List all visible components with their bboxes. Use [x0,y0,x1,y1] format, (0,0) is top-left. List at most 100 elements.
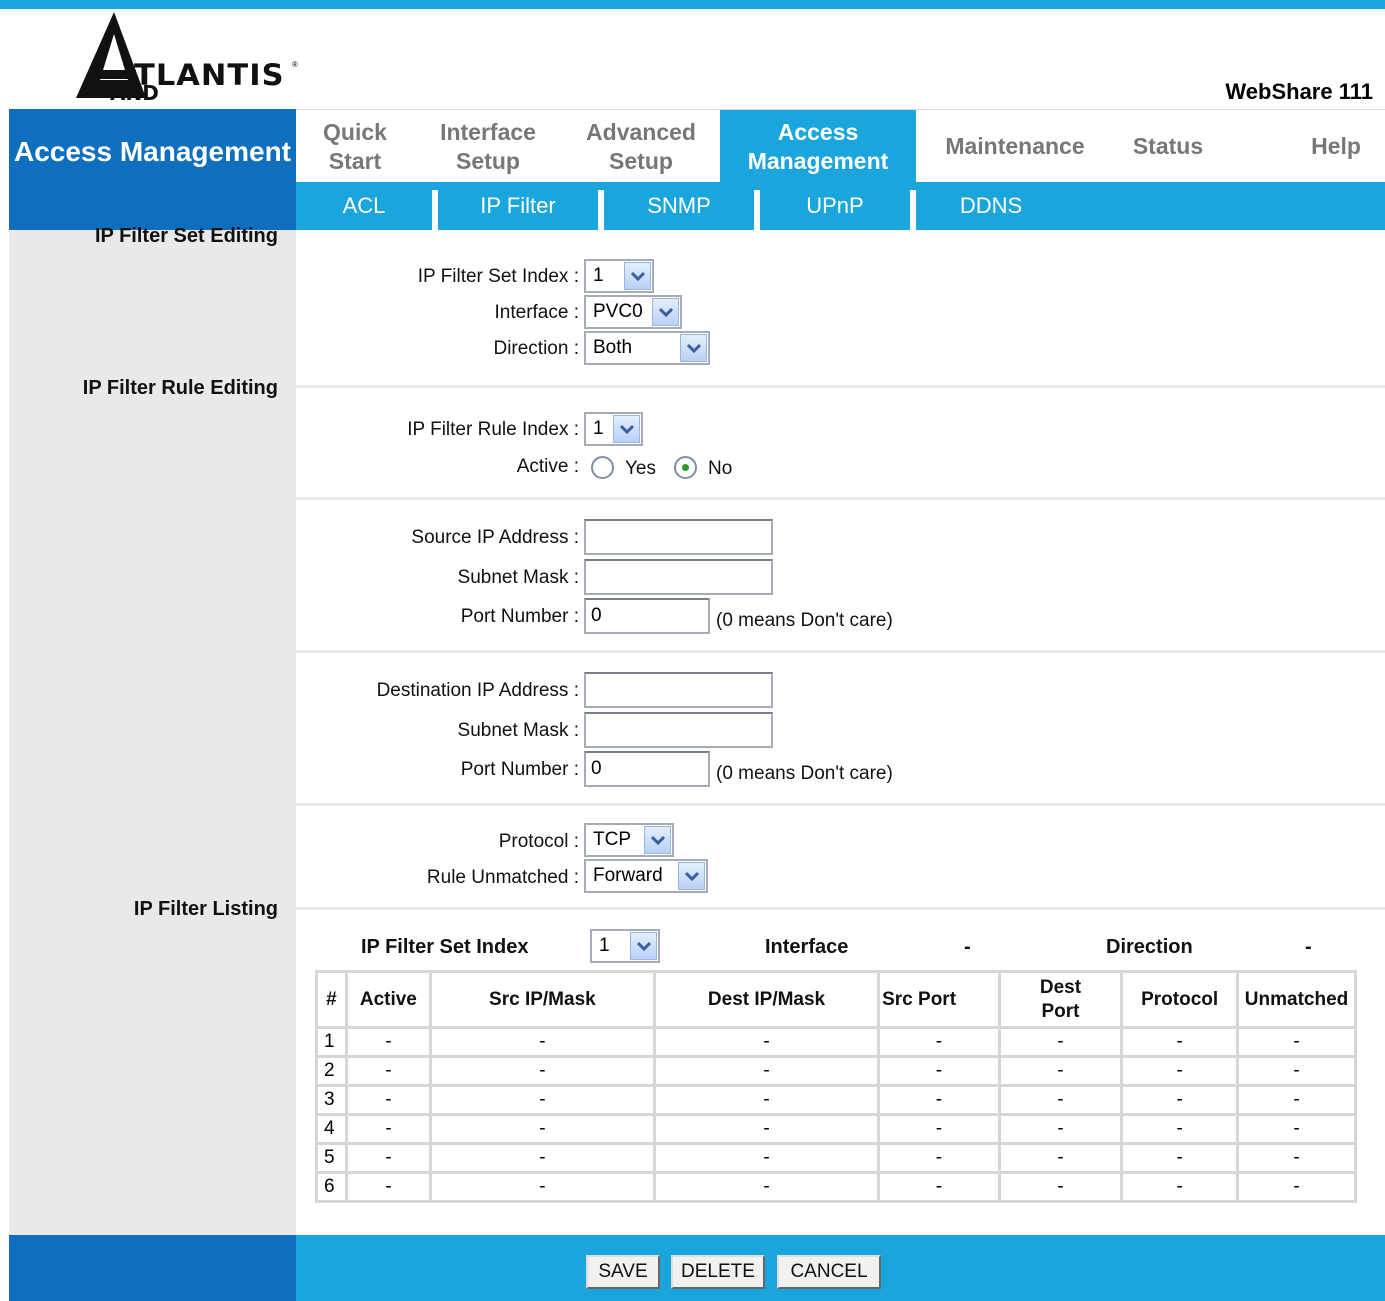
cell: - [428,1084,656,1116]
cell: - [344,1055,432,1087]
nav-access-management[interactable]: Access Management [720,110,916,183]
cancel-button[interactable]: CANCEL [777,1255,881,1289]
cell: - [344,1142,432,1174]
col-src-ip-mask: Src IP/Mask [428,970,656,1029]
chevron-down-icon [624,262,651,290]
interface-label: Interface : [494,302,580,323]
divider [296,650,1385,653]
src-port-label: Port Number : [460,606,579,627]
ip-filter-table: # Active Src IP/Mask Dest IP/Mask Src Po… [315,970,1357,1203]
sub-nav: ACL IP Filter SNMP UPnP DDNS [296,182,1385,230]
chevron-down-icon [652,298,679,326]
col-dest-ip-mask: Dest IP/Mask [652,970,881,1029]
nav-maintenance[interactable]: Maintenance [916,110,1114,183]
cell: - [997,1055,1124,1087]
chevron-down-icon [613,415,640,443]
cell: - [428,1113,656,1145]
page-title: Access Management [9,109,296,230]
rule-index-label: IP Filter Rule Index : [407,419,579,440]
set-index-value: 1 [593,265,604,286]
divider [296,907,1385,910]
set-index-select[interactable]: 1 [584,259,654,293]
save-button[interactable]: SAVE [586,1255,660,1289]
subnav-ip-filter[interactable]: IP Filter [438,182,598,230]
table-row: 3 - - - - - - - [315,1084,1357,1116]
cell: - [652,1113,881,1145]
active-label: Active : [516,456,579,477]
chevron-down-icon [630,932,657,960]
nav-help[interactable]: Help [1296,110,1376,183]
cell: - [428,1055,656,1087]
dst-mask-input[interactable] [584,712,773,748]
cell: - [877,1113,1001,1145]
table-row: 1 - - - - - - - [315,1026,1357,1058]
cell: - [1236,1171,1357,1203]
direction-label: Direction : [493,338,579,359]
active-no-radio[interactable] [674,456,697,479]
protocol-select[interactable]: TCP [584,823,674,857]
atlantis-logo: TLANTIS AND ® [76,10,306,105]
cell: - [1120,1142,1240,1174]
table-row: 2 - - - - - - - [315,1055,1357,1087]
cell: - [344,1084,432,1116]
listing-set-index-select[interactable]: 1 [590,929,660,963]
cell: - [1236,1084,1357,1116]
cell: - [652,1171,881,1203]
delete-button[interactable]: DELETE [671,1255,765,1289]
active-yes-radio[interactable] [591,456,614,479]
rule-index-select[interactable]: 1 [584,412,643,446]
chevron-down-icon [680,334,707,362]
src-port-input[interactable]: 0 [584,598,710,634]
col-unmatched: Unmatched [1236,970,1357,1029]
active-no-label: No [708,458,733,479]
cell: - [997,1142,1124,1174]
table-row: 6 - - - - - - - [315,1171,1357,1203]
unmatched-label: Rule Unmatched : [426,867,579,888]
nav-status[interactable]: Status [1114,110,1222,183]
dst-port-label: Port Number : [460,759,579,780]
cell: - [652,1084,881,1116]
listing-set-index-value: 1 [599,935,610,956]
cell: - [344,1171,432,1203]
nav-quick-start[interactable]: Quick Start [296,110,414,183]
listing-set-index-label: IP Filter Set Index [361,936,529,958]
cell: - [344,1026,432,1058]
listing-interface-label: Interface [765,936,849,958]
set-index-label: IP Filter Set Index : [417,266,579,287]
cell: - [1120,1026,1240,1058]
chevron-down-icon [644,826,671,854]
cell: - [1120,1084,1240,1116]
section-label-listing: IP Filter Listing [133,898,278,920]
cell: 4 [315,1113,348,1145]
subnav-upnp[interactable]: UPnP [760,182,910,230]
interface-select[interactable]: PVC0 [584,295,682,329]
col-dest-port: Dest Port [997,970,1124,1029]
subnav-ddns[interactable]: DDNS [916,182,1066,230]
cell: - [877,1171,1001,1203]
cell: 6 [315,1171,348,1203]
dst-mask-label: Subnet Mask : [457,720,579,741]
cell: - [1120,1055,1240,1087]
divider [296,803,1385,806]
dst-port-input[interactable]: 0 [584,751,710,787]
dst-ip-input[interactable] [584,672,773,708]
cell: - [997,1113,1124,1145]
footer-left [9,1235,296,1301]
src-mask-input[interactable] [584,559,773,595]
cell: 2 [315,1055,348,1087]
subnav-snmp[interactable]: SNMP [604,182,754,230]
subnav-acl[interactable]: ACL [296,182,432,230]
cell: - [877,1084,1001,1116]
nav-advanced-setup[interactable]: Advanced Setup [562,110,720,183]
src-ip-input[interactable] [584,519,773,555]
listing-interface-value: - [964,936,971,958]
chevron-down-icon [678,862,705,890]
top-accent-bar [0,0,1385,9]
unmatched-select[interactable]: Forward [584,859,708,893]
nav-interface-setup[interactable]: Interface Setup [414,110,562,183]
cell: - [877,1026,1001,1058]
cell: - [1236,1113,1357,1145]
direction-select[interactable]: Both [584,331,710,365]
src-port-hint: (0 means Don't care) [716,610,893,631]
src-ip-label: Source IP Address : [411,527,579,548]
